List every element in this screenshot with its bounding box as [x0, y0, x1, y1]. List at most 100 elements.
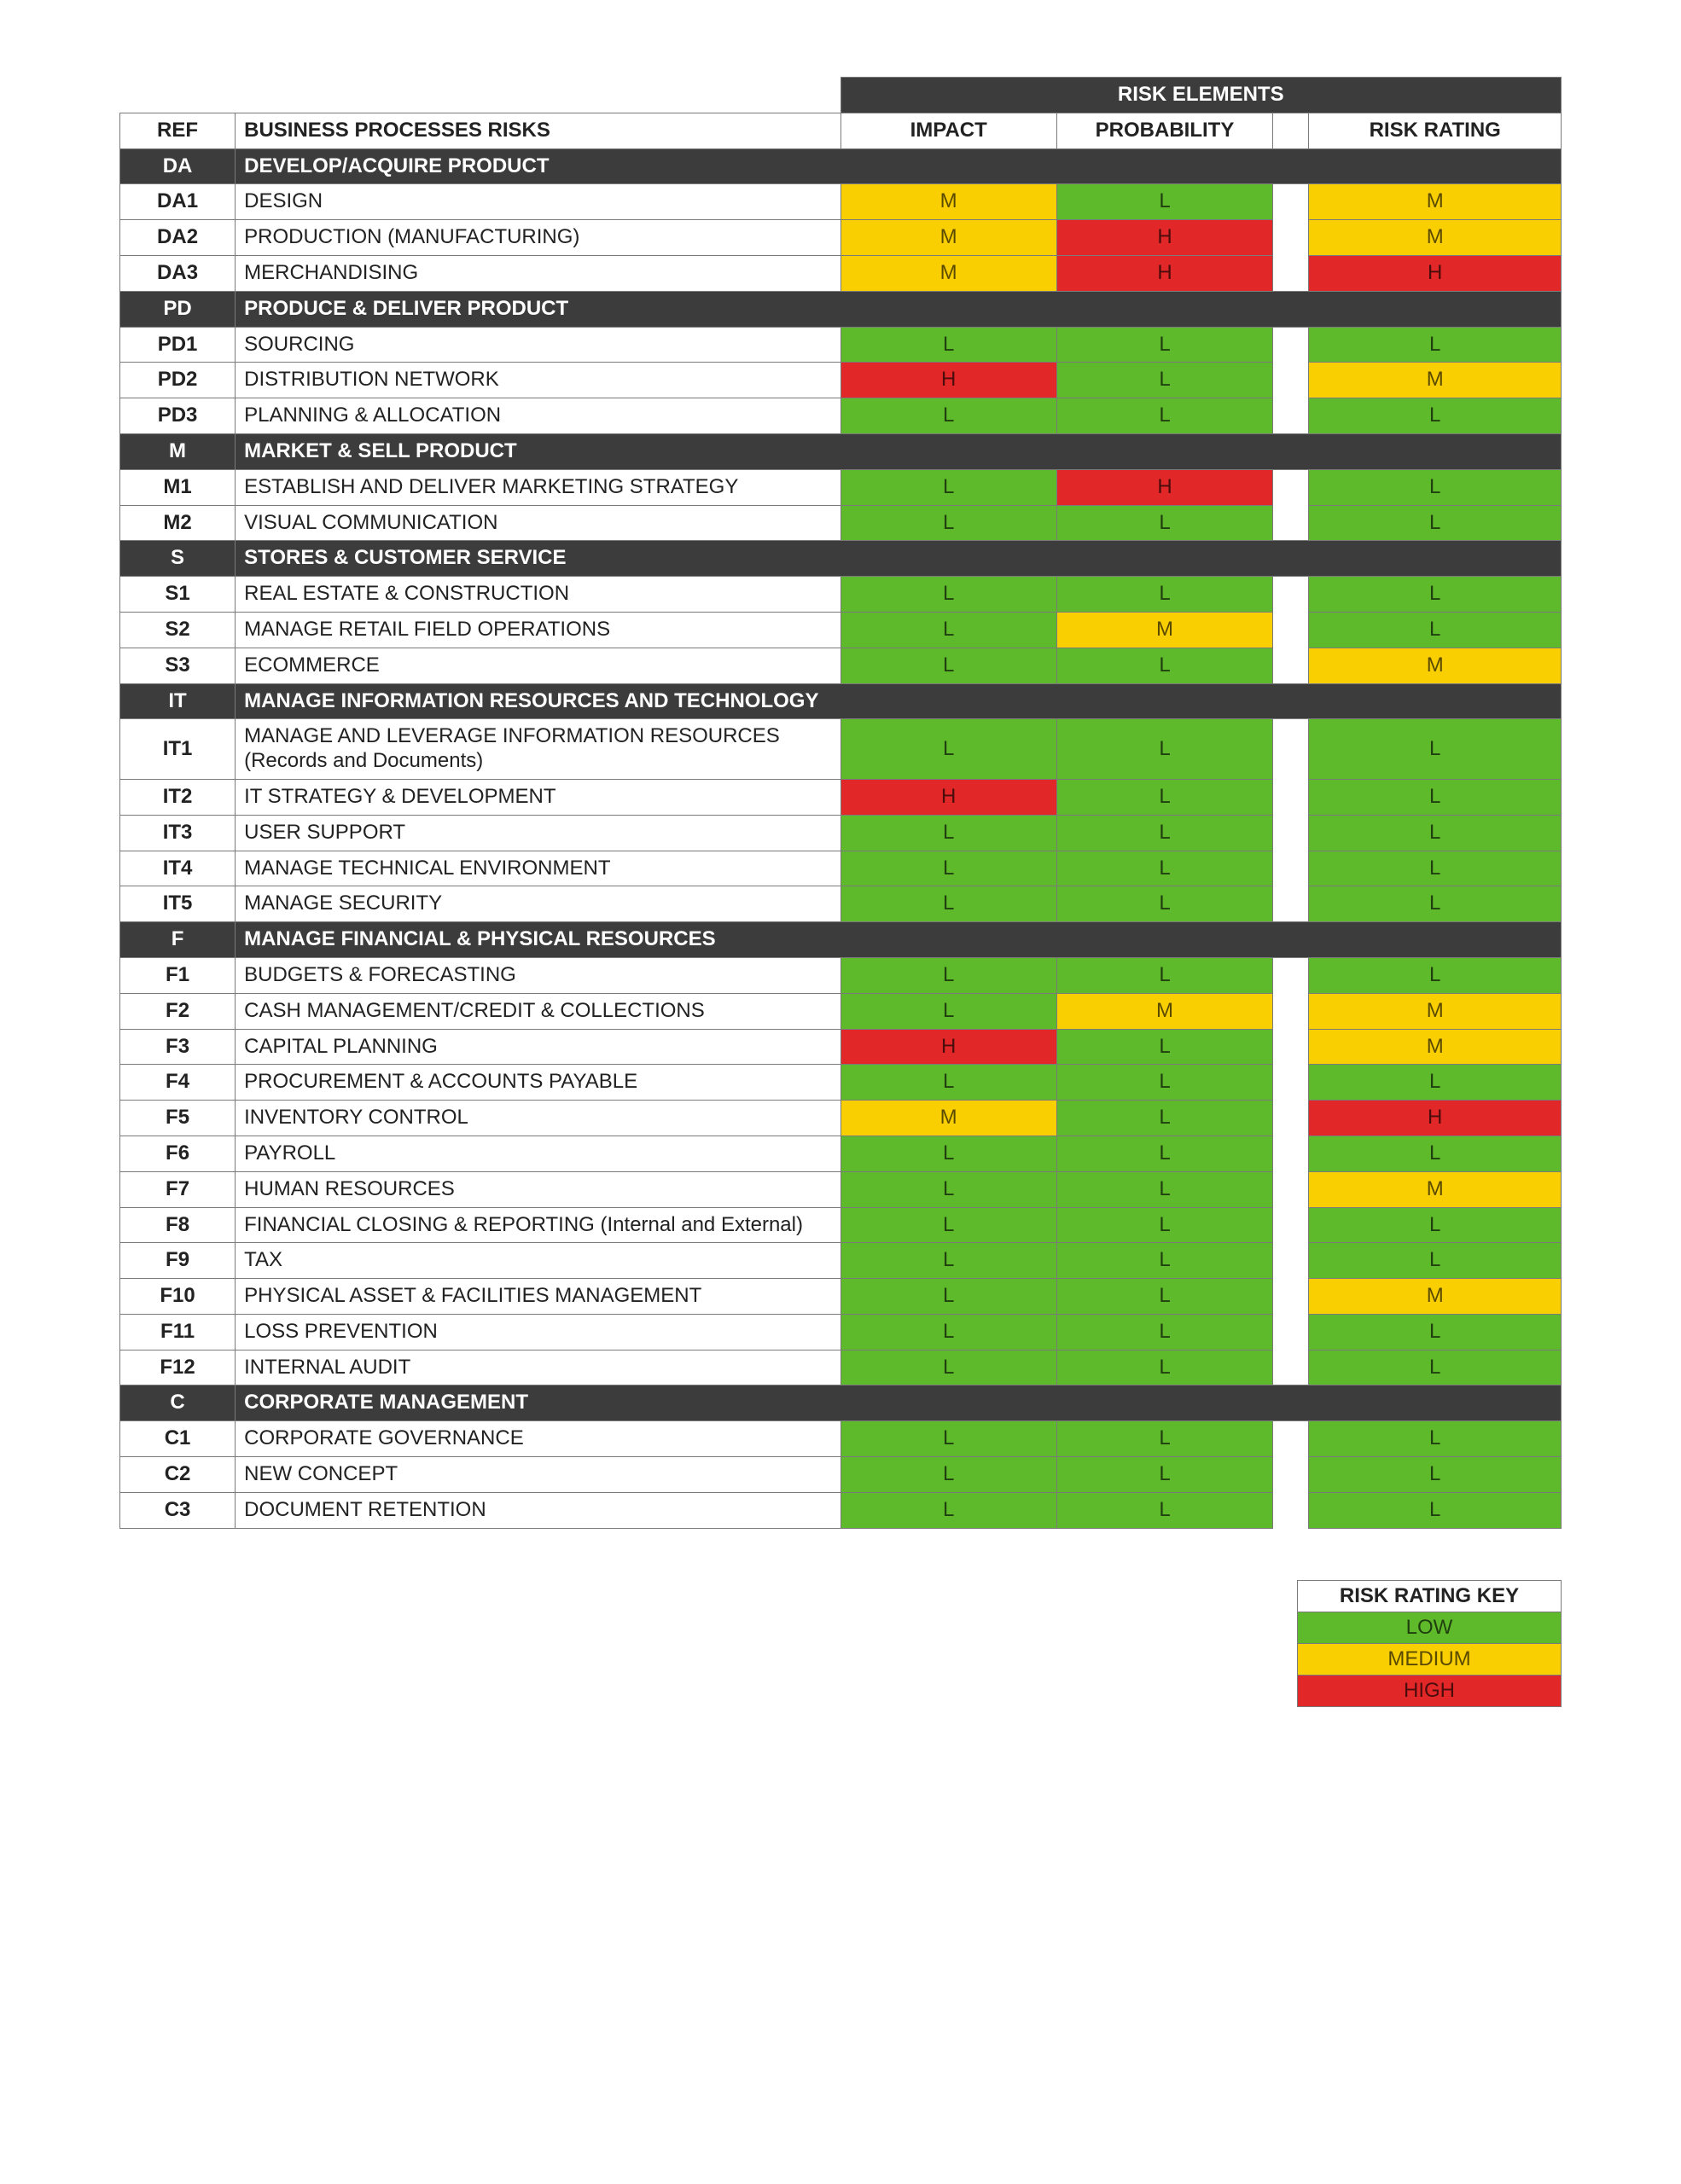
probability-cell: L	[1056, 1207, 1272, 1243]
data-row: F3CAPITAL PLANNINGHLM	[120, 1029, 1562, 1065]
probability-cell: L	[1056, 1350, 1272, 1385]
impact-cell: M	[840, 1101, 1056, 1136]
impact-cell: L	[840, 612, 1056, 648]
col-probability: PROBABILITY	[1056, 113, 1272, 148]
row-desc: PLANNING & ALLOCATION	[236, 398, 840, 434]
row-desc: INVENTORY CONTROL	[236, 1101, 840, 1136]
row-desc: PROCUREMENT & ACCOUNTS PAYABLE	[236, 1065, 840, 1101]
legend-medium: MEDIUM	[1298, 1643, 1562, 1675]
rating-cell: M	[1309, 1171, 1562, 1207]
data-row: C2NEW CONCEPTLLL	[120, 1457, 1562, 1493]
data-row: IT4MANAGE TECHNICAL ENVIRONMENTLLL	[120, 851, 1562, 886]
section-ref: M	[120, 433, 236, 469]
data-row: S3ECOMMERCELLM	[120, 648, 1562, 683]
section-ref: S	[120, 541, 236, 577]
row-desc: DOCUMENT RETENTION	[236, 1492, 840, 1528]
probability-cell: L	[1056, 1314, 1272, 1350]
row-ref: F9	[120, 1243, 236, 1279]
section-row: ITMANAGE INFORMATION RESOURCES AND TECHN…	[120, 683, 1562, 719]
rating-cell: L	[1309, 469, 1562, 505]
rating-cell: L	[1309, 1350, 1562, 1385]
row-ref: M2	[120, 505, 236, 541]
probability-cell: L	[1056, 1171, 1272, 1207]
probability-cell: L	[1056, 815, 1272, 851]
rating-cell: L	[1309, 1243, 1562, 1279]
rating-cell: L	[1309, 1457, 1562, 1493]
col-rating: RISK RATING	[1309, 113, 1562, 148]
row-ref: S1	[120, 577, 236, 613]
data-row: PD2DISTRIBUTION NETWORKHLM	[120, 363, 1562, 398]
probability-cell: L	[1056, 1279, 1272, 1315]
impact-cell: L	[840, 577, 1056, 613]
data-row: F11LOSS PREVENTIONLLL	[120, 1314, 1562, 1350]
data-row: S1REAL ESTATE & CONSTRUCTIONLLL	[120, 577, 1562, 613]
row-ref: DA2	[120, 220, 236, 256]
probability-cell: L	[1056, 363, 1272, 398]
risk-elements-header: RISK ELEMENTS	[840, 78, 1562, 113]
impact-cell: L	[840, 886, 1056, 922]
row-ref: F1	[120, 957, 236, 993]
row-desc: CORPORATE GOVERNANCE	[236, 1421, 840, 1457]
row-desc: DISTRIBUTION NETWORK	[236, 363, 840, 398]
row-ref: M1	[120, 469, 236, 505]
row-ref: F7	[120, 1171, 236, 1207]
impact-cell: L	[840, 1136, 1056, 1171]
impact-cell: L	[840, 719, 1056, 780]
data-row: PD3PLANNING & ALLOCATIONLLL	[120, 398, 1562, 434]
row-desc: LOSS PREVENTION	[236, 1314, 840, 1350]
row-ref: F12	[120, 1350, 236, 1385]
data-row: F4PROCUREMENT & ACCOUNTS PAYABLELLL	[120, 1065, 1562, 1101]
section-row: PDPRODUCE & DELIVER PRODUCT	[120, 291, 1562, 327]
row-desc: BUDGETS & FORECASTING	[236, 957, 840, 993]
section-row: CCORPORATE MANAGEMENT	[120, 1385, 1562, 1421]
legend-high: HIGH	[1298, 1675, 1562, 1706]
probability-cell: L	[1056, 1492, 1272, 1528]
probability-cell: L	[1056, 1243, 1272, 1279]
impact-cell: L	[840, 1457, 1056, 1493]
row-desc: DESIGN	[236, 184, 840, 220]
rating-cell: L	[1309, 1314, 1562, 1350]
section-row: SSTORES & CUSTOMER SERVICE	[120, 541, 1562, 577]
row-ref: IT2	[120, 779, 236, 815]
probability-cell: L	[1056, 1136, 1272, 1171]
section-title: MANAGE INFORMATION RESOURCES AND TECHNOL…	[236, 683, 1562, 719]
row-ref: DA1	[120, 184, 236, 220]
impact-cell: L	[840, 398, 1056, 434]
probability-cell: M	[1056, 993, 1272, 1029]
row-ref: IT5	[120, 886, 236, 922]
data-row: S2MANAGE RETAIL FIELD OPERATIONSLML	[120, 612, 1562, 648]
data-row: DA3MERCHANDISINGMHH	[120, 255, 1562, 291]
section-title: STORES & CUSTOMER SERVICE	[236, 541, 1562, 577]
row-desc: CAPITAL PLANNING	[236, 1029, 840, 1065]
impact-cell: L	[840, 1350, 1056, 1385]
row-ref: C1	[120, 1421, 236, 1457]
row-desc: INTERNAL AUDIT	[236, 1350, 840, 1385]
probability-cell: L	[1056, 505, 1272, 541]
impact-cell: H	[840, 779, 1056, 815]
impact-cell: L	[840, 957, 1056, 993]
data-row: F7HUMAN RESOURCESLLM	[120, 1171, 1562, 1207]
data-row: F6PAYROLLLLL	[120, 1136, 1562, 1171]
data-row: F12INTERNAL AUDITLLL	[120, 1350, 1562, 1385]
probability-cell: L	[1056, 1029, 1272, 1065]
section-row: MMARKET & SELL PRODUCT	[120, 433, 1562, 469]
row-desc: TAX	[236, 1243, 840, 1279]
impact-cell: H	[840, 363, 1056, 398]
super-header-row: RISK ELEMENTS	[120, 78, 1562, 113]
probability-cell: L	[1056, 779, 1272, 815]
rating-cell: L	[1309, 1492, 1562, 1528]
impact-cell: L	[840, 815, 1056, 851]
section-title: DEVELOP/ACQUIRE PRODUCT	[236, 148, 1562, 184]
section-ref: C	[120, 1385, 236, 1421]
data-row: F10PHYSICAL ASSET & FACILITIES MANAGEMEN…	[120, 1279, 1562, 1315]
data-row: IT1MANAGE AND LEVERAGE INFORMATION RESOU…	[120, 719, 1562, 780]
rating-cell: L	[1309, 886, 1562, 922]
impact-cell: H	[840, 1029, 1056, 1065]
data-row: IT3USER SUPPORTLLL	[120, 815, 1562, 851]
data-row: IT5MANAGE SECURITYLLL	[120, 886, 1562, 922]
data-row: F8FINANCIAL CLOSING & REPORTING (Interna…	[120, 1207, 1562, 1243]
section-ref: DA	[120, 148, 236, 184]
row-ref: PD1	[120, 327, 236, 363]
row-desc: REAL ESTATE & CONSTRUCTION	[236, 577, 840, 613]
section-title: MARKET & SELL PRODUCT	[236, 433, 1562, 469]
